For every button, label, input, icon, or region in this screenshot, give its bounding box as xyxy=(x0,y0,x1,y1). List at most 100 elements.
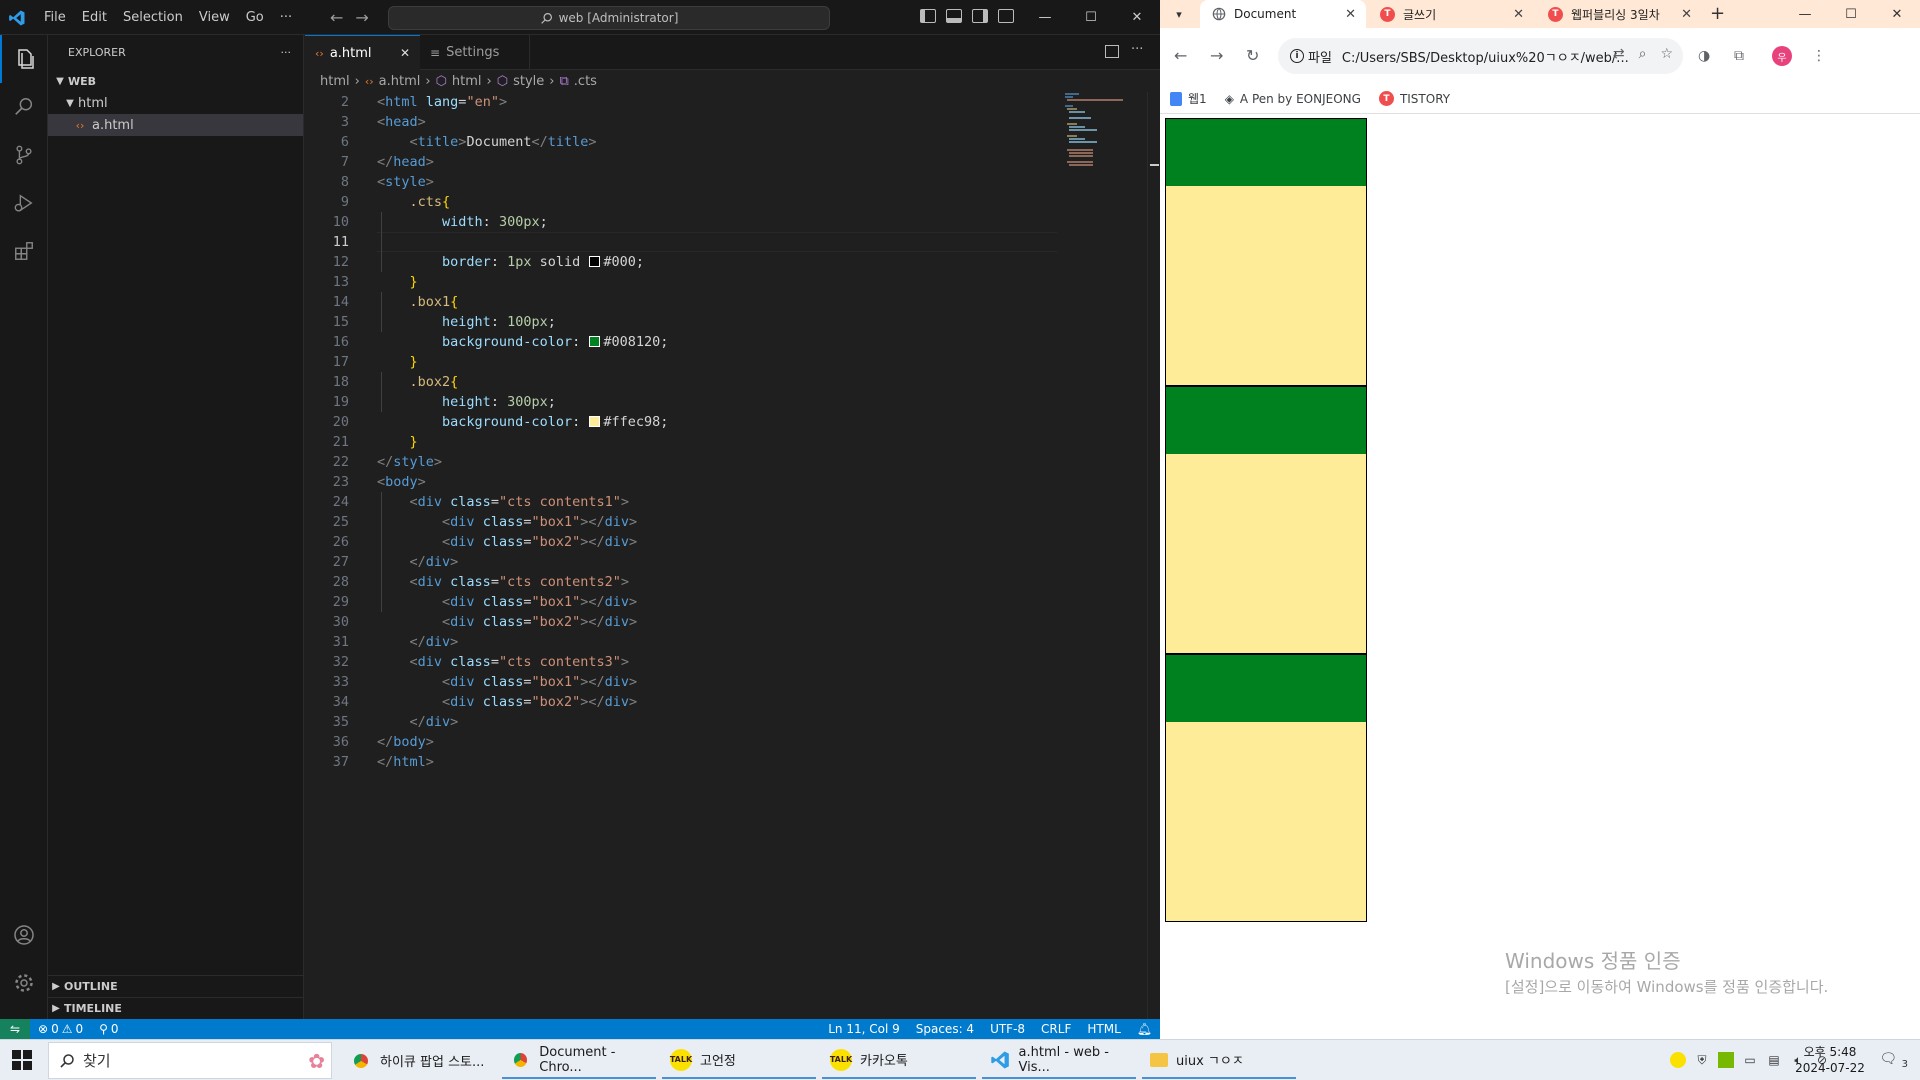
code-line[interactable]: 31 </div> xyxy=(305,632,1055,652)
code-line[interactable]: 11 xyxy=(305,232,1055,252)
code-line[interactable]: 24 <div class="cts contents1"> xyxy=(305,492,1055,512)
close-icon[interactable]: ✕ xyxy=(1114,0,1160,35)
menu-view[interactable]: View xyxy=(191,10,238,25)
bookmark-star-icon[interactable]: ☆ xyxy=(1660,46,1673,62)
system-clock[interactable]: 오후 5:48 2024-07-22 xyxy=(1790,1044,1870,1076)
toggle-primary-sidebar-icon[interactable] xyxy=(920,9,936,23)
ports-indicator[interactable]: ⚲ 0 xyxy=(91,1022,126,1036)
code-line[interactable]: 10 width: 300px; xyxy=(305,212,1055,232)
extensions-icon[interactable] xyxy=(0,227,48,275)
code-line[interactable]: 2 <html lang="en"> xyxy=(305,92,1055,112)
color-swatch-icon[interactable] xyxy=(589,416,601,427)
new-tab-button[interactable]: + xyxy=(1710,3,1725,24)
encoding[interactable]: UTF-8 xyxy=(982,1022,1033,1036)
cursor-position[interactable]: Ln 11, Col 9 xyxy=(820,1022,908,1036)
run-debug-icon[interactable] xyxy=(0,179,48,227)
explorer-icon[interactable] xyxy=(0,35,48,83)
code-line[interactable]: 15 height: 100px; xyxy=(305,312,1055,332)
toggle-panel-icon[interactable] xyxy=(946,9,962,23)
code-line[interactable]: 33 <div class="box1"></div> xyxy=(305,672,1055,692)
gear-icon[interactable] xyxy=(0,959,48,1007)
code-line[interactable]: 23 <body> xyxy=(305,472,1055,492)
kakao-tray-icon[interactable] xyxy=(1670,1052,1686,1068)
timeline-section[interactable]: ▶ TIMELINE xyxy=(48,997,304,1019)
taskbar-search[interactable]: 찾기 ✿ xyxy=(48,1042,332,1079)
code-line[interactable]: 13 } xyxy=(305,272,1055,292)
back-arrow-icon[interactable]: ← xyxy=(1174,46,1187,65)
code-line[interactable]: 6 <title>Document</title> xyxy=(305,132,1055,152)
more-actions-icon[interactable]: ··· xyxy=(1131,42,1143,57)
code-line[interactable]: 27 </div> xyxy=(305,552,1055,572)
workspace-root[interactable]: ▼ WEB xyxy=(48,70,303,92)
menu-more[interactable]: ··· xyxy=(272,10,300,25)
code-line[interactable]: 35 </div> xyxy=(305,712,1055,732)
breadcrumb-item[interactable]: html xyxy=(452,74,482,89)
language-mode[interactable]: HTML xyxy=(1079,1022,1128,1036)
breadcrumb-item[interactable]: style xyxy=(513,74,544,89)
site-info-chip[interactable]: i 파일 xyxy=(1290,47,1332,66)
code-line[interactable]: 36 </body> xyxy=(305,732,1055,752)
toggle-secondary-sidebar-icon[interactable] xyxy=(972,9,988,23)
tab-search-icon[interactable]: ▾ xyxy=(1168,4,1190,24)
editor-scrollbar[interactable] xyxy=(1147,92,1160,1019)
outline-section[interactable]: ▶ OUTLINE xyxy=(48,975,304,997)
code-line[interactable]: 20 background-color: #ffec98; xyxy=(305,412,1055,432)
code-line[interactable]: 9 .cts{ xyxy=(305,192,1055,212)
code-line[interactable]: 8 <style> xyxy=(305,172,1055,192)
code-line[interactable]: 12 border: 1px solid #000; xyxy=(305,252,1055,272)
split-editor-icon[interactable] xyxy=(1105,45,1119,58)
notifications-bell-icon[interactable]: 🔔︎ xyxy=(1129,1022,1160,1036)
menu-selection[interactable]: Selection xyxy=(115,10,191,25)
code-line[interactable]: 28 <div class="cts contents2"> xyxy=(305,572,1055,592)
back-arrow-icon[interactable]: ← xyxy=(330,8,343,27)
code-line[interactable]: 26 <div class="box2"></div> xyxy=(305,532,1055,552)
chrome-menu-icon[interactable]: ⋮ xyxy=(1812,48,1826,64)
tab-a-html[interactable]: ‹› a.html ✕ xyxy=(305,35,420,70)
maximize-icon[interactable]: ☐ xyxy=(1828,0,1874,28)
tree-folder-html[interactable]: ▼ html xyxy=(48,92,303,114)
code-line[interactable]: 14 .box1{ xyxy=(305,292,1055,312)
code-line[interactable]: 7 </head> xyxy=(305,152,1055,172)
code-line[interactable]: 25 <div class="box1"></div> xyxy=(305,512,1055,532)
maximize-icon[interactable]: ☐ xyxy=(1068,0,1114,35)
chrome-tab-web-publishing[interactable]: T 웹퍼블리싱 3일차 ✕ xyxy=(1536,0,1702,28)
remote-icon[interactable]: ⇋ xyxy=(0,1019,30,1039)
indentation[interactable]: Spaces: 4 xyxy=(908,1022,982,1036)
reload-icon[interactable]: ↻ xyxy=(1246,46,1259,65)
tree-file-a-html[interactable]: ‹› a.html xyxy=(48,114,303,136)
command-center[interactable]: web [Administrator] xyxy=(388,6,830,30)
code-line[interactable]: 37 </html> xyxy=(305,752,1055,772)
menu-edit[interactable]: Edit xyxy=(74,10,115,25)
accounts-icon[interactable] xyxy=(0,911,48,959)
code-line[interactable]: 29 <div class="box1"></div> xyxy=(305,592,1055,612)
code-line[interactable]: 19 height: 300px; xyxy=(305,392,1055,412)
zoom-icon[interactable]: ⌕ xyxy=(1639,46,1647,62)
menu-go[interactable]: Go xyxy=(238,10,272,25)
code-line[interactable]: 18 .box2{ xyxy=(305,372,1055,392)
customize-layout-icon[interactable] xyxy=(998,9,1014,23)
breadcrumb-item[interactable]: .cts xyxy=(574,74,597,89)
code-line[interactable]: 22 </style> xyxy=(305,452,1055,472)
chrome-tab-write[interactable]: T 글쓰기 ✕ xyxy=(1368,0,1534,28)
search-icon[interactable] xyxy=(0,83,48,131)
taskbar-app-kakao-chat[interactable]: TALK 고언정 xyxy=(662,1042,816,1079)
close-icon[interactable]: ✕ xyxy=(1681,7,1692,22)
extension-icon[interactable]: ◑ xyxy=(1698,48,1710,64)
tab-settings[interactable]: ≡ Settings xyxy=(420,35,530,70)
source-control-icon[interactable] xyxy=(0,131,48,179)
bookmark-tistory[interactable]: T TISTORY xyxy=(1378,91,1450,106)
problems-indicator[interactable]: ⊗ 0 ⚠ 0 xyxy=(30,1022,91,1036)
shield-icon[interactable]: ⛨ xyxy=(1694,1052,1710,1068)
menu-file[interactable]: File xyxy=(36,10,74,25)
forward-arrow-icon[interactable]: → xyxy=(1210,46,1223,65)
code-line[interactable]: 21 } xyxy=(305,432,1055,452)
taskbar-app-vscode[interactable]: a.html - web - Vis... xyxy=(982,1042,1136,1079)
taskbar-app-chrome-haikyu[interactable]: 하이큐 팝업 스토... xyxy=(342,1042,496,1079)
close-icon[interactable]: ✕ xyxy=(1513,7,1524,22)
close-icon[interactable]: ✕ xyxy=(1345,7,1356,22)
bookmark-web1[interactable]: 웹1 xyxy=(1170,90,1207,107)
notification-center[interactable]: 🗨︎ 3 xyxy=(1879,1051,1908,1070)
code-line[interactable]: 16 background-color: #008120; xyxy=(305,332,1055,352)
breadcrumb-item[interactable]: html xyxy=(320,74,350,89)
monitor-icon[interactable]: ▭ xyxy=(1742,1052,1758,1068)
